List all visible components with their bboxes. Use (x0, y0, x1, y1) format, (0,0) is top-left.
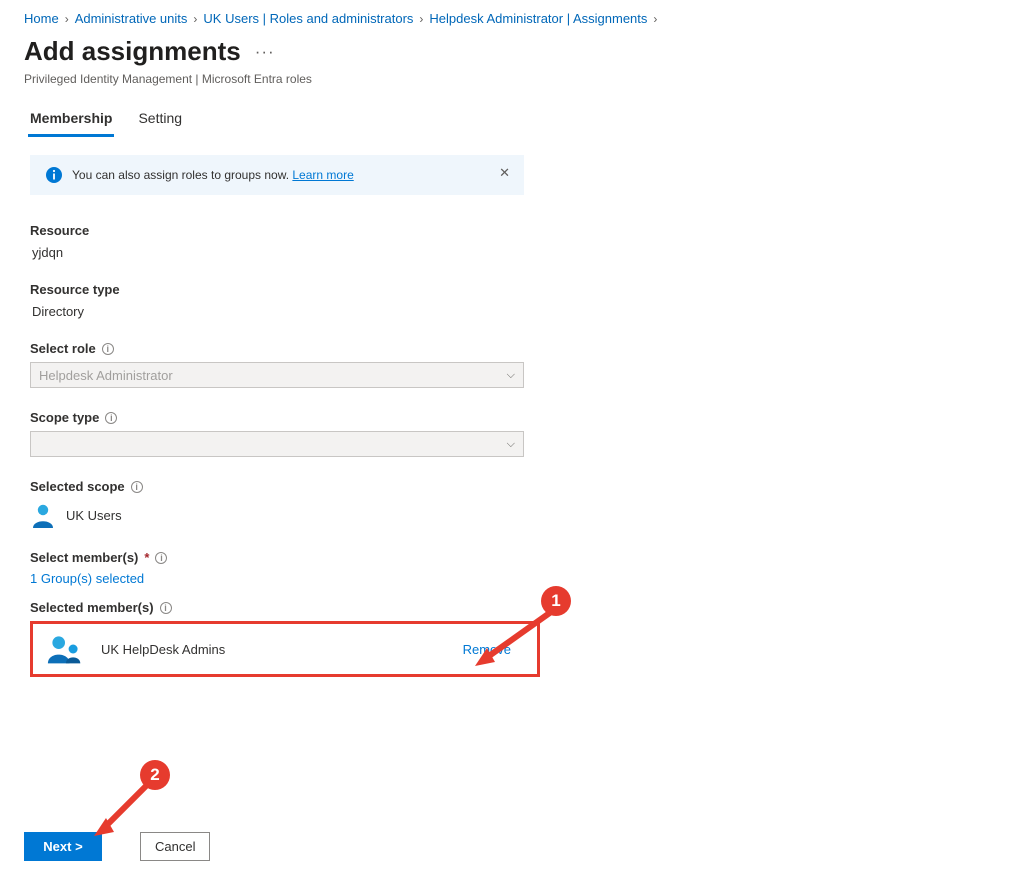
chevron-down-icon: ⌵ (507, 438, 515, 451)
callout-2-arrow-icon (84, 778, 164, 846)
page-subtitle: Privileged Identity Management | Microso… (0, 69, 1024, 100)
breadcrumb-home[interactable]: Home (24, 11, 59, 26)
breadcrumb-uk-users[interactable]: UK Users | Roles and administrators (203, 11, 413, 26)
chevron-right-icon: › (653, 12, 657, 26)
field-selected-scope: Selected scope i UK Users (30, 479, 994, 528)
select-role-dropdown[interactable]: Helpdesk Administrator ⌵ (30, 362, 524, 388)
resource-value: yjdqn (30, 238, 994, 260)
scope-type-dropdown[interactable]: ⌵ (30, 431, 524, 457)
info-help-icon[interactable]: i (155, 552, 167, 564)
select-members-label: Select member(s) * i (30, 550, 994, 565)
tab-setting[interactable]: Setting (136, 100, 184, 137)
scope-type-label: Scope type i (30, 410, 994, 425)
selected-scope-label: Selected scope i (30, 479, 994, 494)
member-name: UK HelpDesk Admins (101, 642, 225, 657)
chevron-right-icon: › (419, 12, 423, 26)
field-resource-type: Resource type Directory (30, 282, 994, 319)
tab-membership[interactable]: Membership (28, 100, 114, 137)
more-actions-icon[interactable]: ··· (255, 43, 275, 60)
breadcrumb-admin-units[interactable]: Administrative units (75, 11, 188, 26)
page-header: Add assignments ··· (0, 30, 1024, 69)
info-banner: You can also assign roles to groups now.… (30, 155, 524, 195)
breadcrumb: Home › Administrative units › UK Users |… (0, 0, 1024, 30)
resource-type-label: Resource type (30, 282, 994, 297)
field-select-members: Select member(s) * i 1 Group(s) selected (30, 550, 994, 586)
required-star-icon: * (144, 550, 149, 565)
info-help-icon[interactable]: i (131, 481, 143, 493)
info-icon (46, 167, 62, 183)
selected-scope-value: UK Users (66, 508, 122, 523)
resource-label: Resource (30, 223, 994, 238)
groups-selected-link[interactable]: 1 Group(s) selected (30, 565, 144, 586)
group-icon (47, 634, 83, 664)
info-text: You can also assign roles to groups now.… (72, 168, 354, 182)
learn-more-link[interactable]: Learn more (292, 168, 353, 182)
tabs: Membership Setting (0, 100, 1024, 137)
info-help-icon[interactable]: i (160, 602, 172, 614)
close-icon[interactable]: ✕ (499, 165, 510, 181)
callout-1-arrow-icon (461, 604, 561, 674)
person-icon (30, 502, 56, 528)
info-help-icon[interactable]: i (105, 412, 117, 424)
chevron-right-icon: › (193, 12, 197, 26)
field-resource: Resource yjdqn (30, 223, 994, 260)
chevron-right-icon: › (65, 12, 69, 26)
info-help-icon[interactable]: i (102, 343, 114, 355)
chevron-down-icon: ⌵ (507, 369, 515, 382)
breadcrumb-helpdesk-admin[interactable]: Helpdesk Administrator | Assignments (429, 11, 647, 26)
resource-type-value: Directory (30, 297, 994, 319)
field-scope-type: Scope type i ⌵ (30, 410, 994, 457)
page-title: Add assignments (24, 36, 241, 67)
field-select-role: Select role i Helpdesk Administrator ⌵ (30, 341, 994, 388)
select-role-value: Helpdesk Administrator (39, 368, 173, 383)
select-role-label: Select role i (30, 341, 994, 356)
